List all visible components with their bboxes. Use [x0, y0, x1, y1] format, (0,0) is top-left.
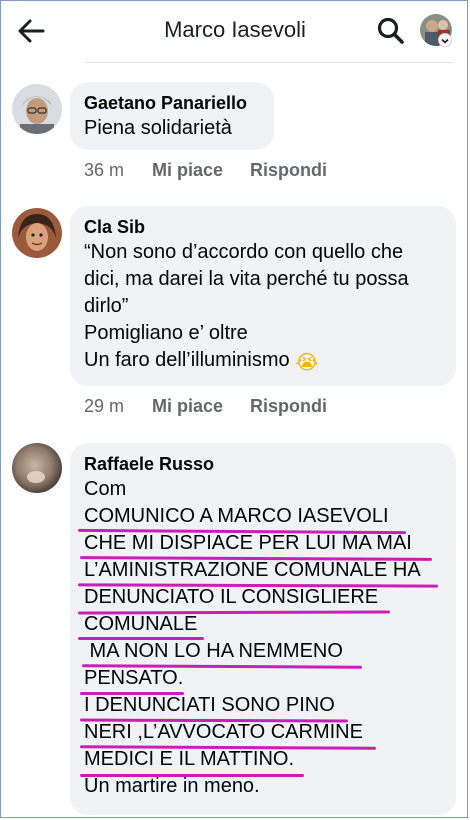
comment-author[interactable]: Gaetano Panariello: [84, 91, 260, 115]
comment-bubble[interactable]: Raffaele Russo Com COMUNICO A MARCO IASE…: [70, 443, 456, 815]
comment-author[interactable]: Raffaele Russo: [84, 452, 442, 476]
avatar[interactable]: [12, 208, 62, 258]
comment-line: MA NON LO HA NEMMENO: [84, 640, 343, 662]
search-icon[interactable]: [376, 16, 406, 46]
comment-line: PENSATO.: [84, 667, 184, 689]
comment-line: Un faro dell’illuminismo: [84, 349, 290, 371]
comment-line: DENUNCIATO IL CONSIGLIERE: [84, 586, 379, 608]
comment-line: Piena solidarietà: [84, 117, 232, 139]
comment-line: I DENUNCIATI SONO PINO: [84, 694, 335, 716]
avatar-chevron-icon[interactable]: [438, 33, 452, 47]
comment-time: 36 m: [84, 160, 125, 180]
comment-text: “Non sono d’accordo con quello che dici,…: [84, 239, 442, 375]
like-button[interactable]: Mi piace: [152, 396, 223, 417]
comment-bubble[interactable]: Gaetano Panariello Piena solidarietà: [70, 82, 274, 150]
comment-line: Un martire in meno.: [84, 775, 260, 797]
comment-line: L’AMINISTRAZIONE COMUNALE HA: [84, 559, 421, 581]
comment-line: Com: [84, 478, 127, 500]
comment-bubble[interactable]: Cla Sib “Non sono d’accordo con quello c…: [70, 206, 456, 386]
comment-time: 29 m: [84, 396, 125, 416]
comment-line: Pomigliano e’ oltre: [84, 322, 248, 344]
reply-button[interactable]: Rispondi: [250, 396, 327, 417]
comment-line: dici, ma darei la vita perché tu possa: [84, 268, 409, 290]
crying-face-emoji-icon: 😭: [295, 352, 319, 374]
comment-line: dirlo”: [84, 295, 129, 317]
comment-line: NERI ,L’AVVOCATO CARMINE: [84, 721, 363, 743]
like-button[interactable]: Mi piace: [152, 160, 223, 181]
comment-line: CHE MI DISPIACE PER LUI MA MAI: [84, 532, 412, 554]
annotation-underline: [80, 774, 304, 777]
reply-button[interactable]: Rispondi: [250, 160, 327, 181]
header-divider: [84, 62, 454, 63]
comment-line: MEDICI E IL MATTINO.: [84, 748, 295, 770]
annotation-underline: [78, 637, 204, 640]
annotation-underline: [80, 692, 184, 695]
avatar[interactable]: [12, 84, 62, 134]
comment-line: “Non sono d’accordo con quello che: [84, 241, 404, 263]
avatar[interactable]: [12, 443, 62, 493]
comment-text: Piena solidarietà: [84, 115, 260, 142]
comment-author[interactable]: Cla Sib: [84, 215, 442, 239]
top-bar: Marco Iasevoli: [0, 0, 470, 62]
comment-line: COMUNALE: [84, 613, 198, 635]
comment-line-with-emoji: Un faro dell’illuminismo 😭: [84, 347, 442, 375]
comment-line: COMUNICO A MARCO IASEVOLI: [84, 505, 389, 527]
